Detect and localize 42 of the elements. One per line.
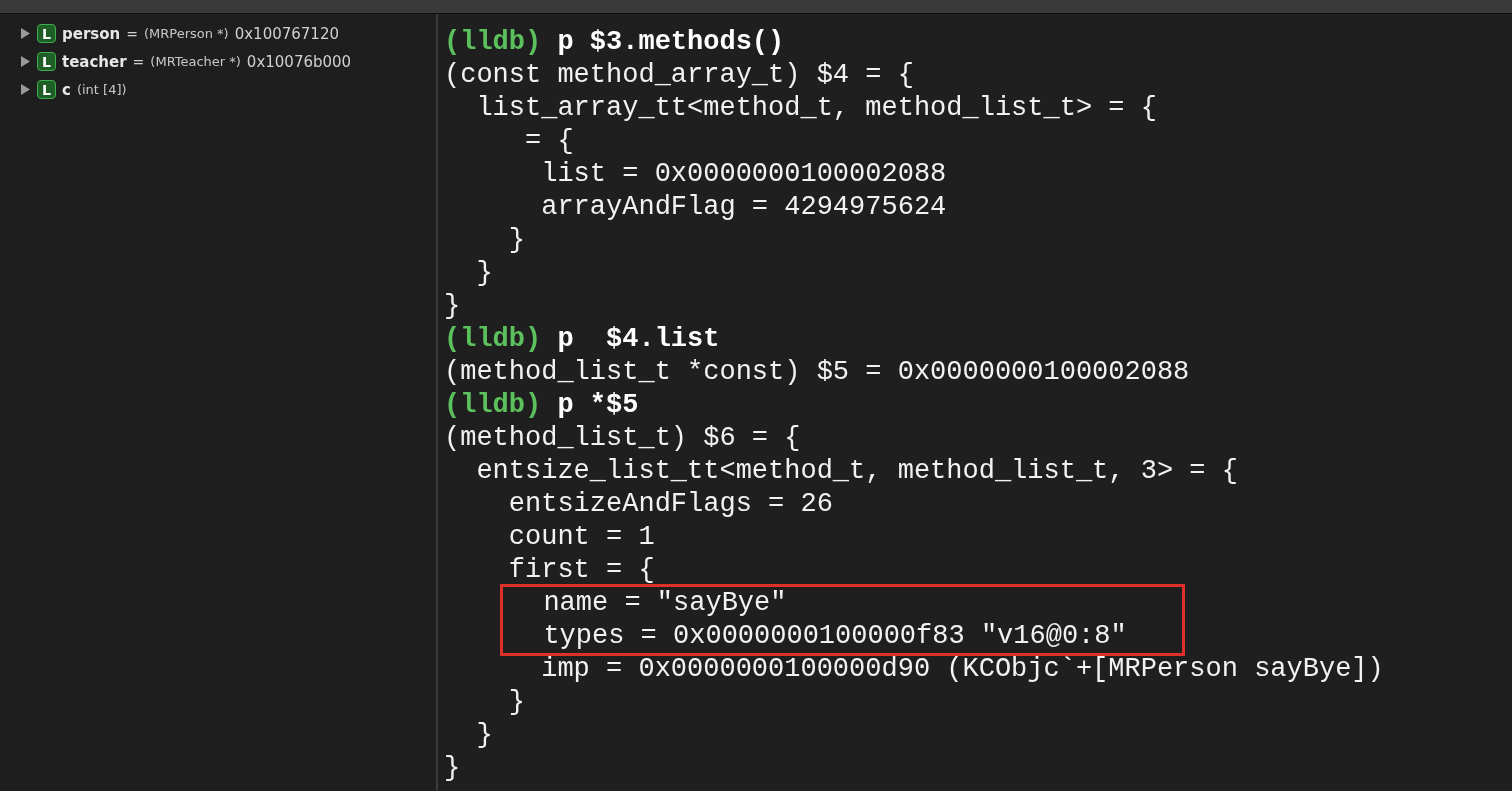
console-output-line: (const method_array_t) $4 = {: [444, 60, 914, 90]
disclosure-triangle-icon[interactable]: [20, 83, 31, 96]
console-output-line: entsizeAndFlags = 26: [507, 489, 833, 519]
variable-name: person: [62, 24, 121, 43]
console-output-line: }: [507, 225, 525, 255]
console-output-line: list_array_tt<method_t, method_list_t> = {: [475, 93, 1157, 123]
disclosure-triangle-icon[interactable]: [20, 55, 31, 68]
local-variable-badge: L: [37, 24, 56, 43]
variable-value: 0x10076b000: [246, 52, 352, 71]
local-variable-badge: L: [37, 80, 56, 99]
console-output-line: = {: [524, 126, 574, 156]
console-command: p $4.list: [556, 324, 720, 354]
console-output-line: arrayAndFlag = 4294975624: [540, 192, 947, 222]
lldb-prompt: (lldb): [444, 390, 542, 420]
console-output-line: entsize_list_tt<method_t, method_list_t, 3> = {: [475, 456, 1238, 486]
variable-type: (int [4]): [76, 82, 127, 97]
console-output-line: }: [444, 291, 461, 321]
console-output-line: types = 0x0000000100000f83 "v16@0:8": [542, 621, 1127, 651]
console-command: p $3.methods(): [556, 27, 785, 57]
disclosure-triangle-icon[interactable]: [20, 27, 31, 40]
variable-type: (MRPerson *): [143, 26, 229, 41]
lldb-prompt: (lldb): [444, 324, 542, 354]
console-output-line: }: [475, 258, 493, 288]
console-output-line: }: [507, 687, 525, 717]
equals-sign: =: [132, 53, 145, 70]
console-output-line: list = 0x0000000100002088: [540, 159, 947, 189]
variable-type: (MRTeacher *): [150, 54, 241, 69]
lldb-prompt: (lldb): [444, 27, 542, 57]
console-output-line: first = {: [507, 555, 655, 585]
console-output-line: name = "sayBye": [542, 588, 787, 618]
variable-name: c: [62, 80, 71, 99]
console-output-line: count = 1: [507, 522, 655, 552]
variable-value: 0x100767120: [234, 24, 339, 43]
console-output-line: }: [475, 720, 493, 750]
console-output-line: (method_list_t *const) $5 = 0x0000000100002088: [444, 357, 1190, 387]
local-variable-badge: L: [37, 52, 56, 71]
equals-sign: =: [126, 25, 138, 42]
console-output-line: (method_list_t) $6 = {: [444, 423, 801, 453]
variable-name: teacher: [62, 52, 127, 71]
console-output-line: imp = 0x0000000100000d90 (KCObjc`+[MRPerson sayBye]): [540, 654, 1384, 684]
console-output-line: }: [444, 753, 461, 783]
console-command: p *$5: [556, 390, 639, 420]
